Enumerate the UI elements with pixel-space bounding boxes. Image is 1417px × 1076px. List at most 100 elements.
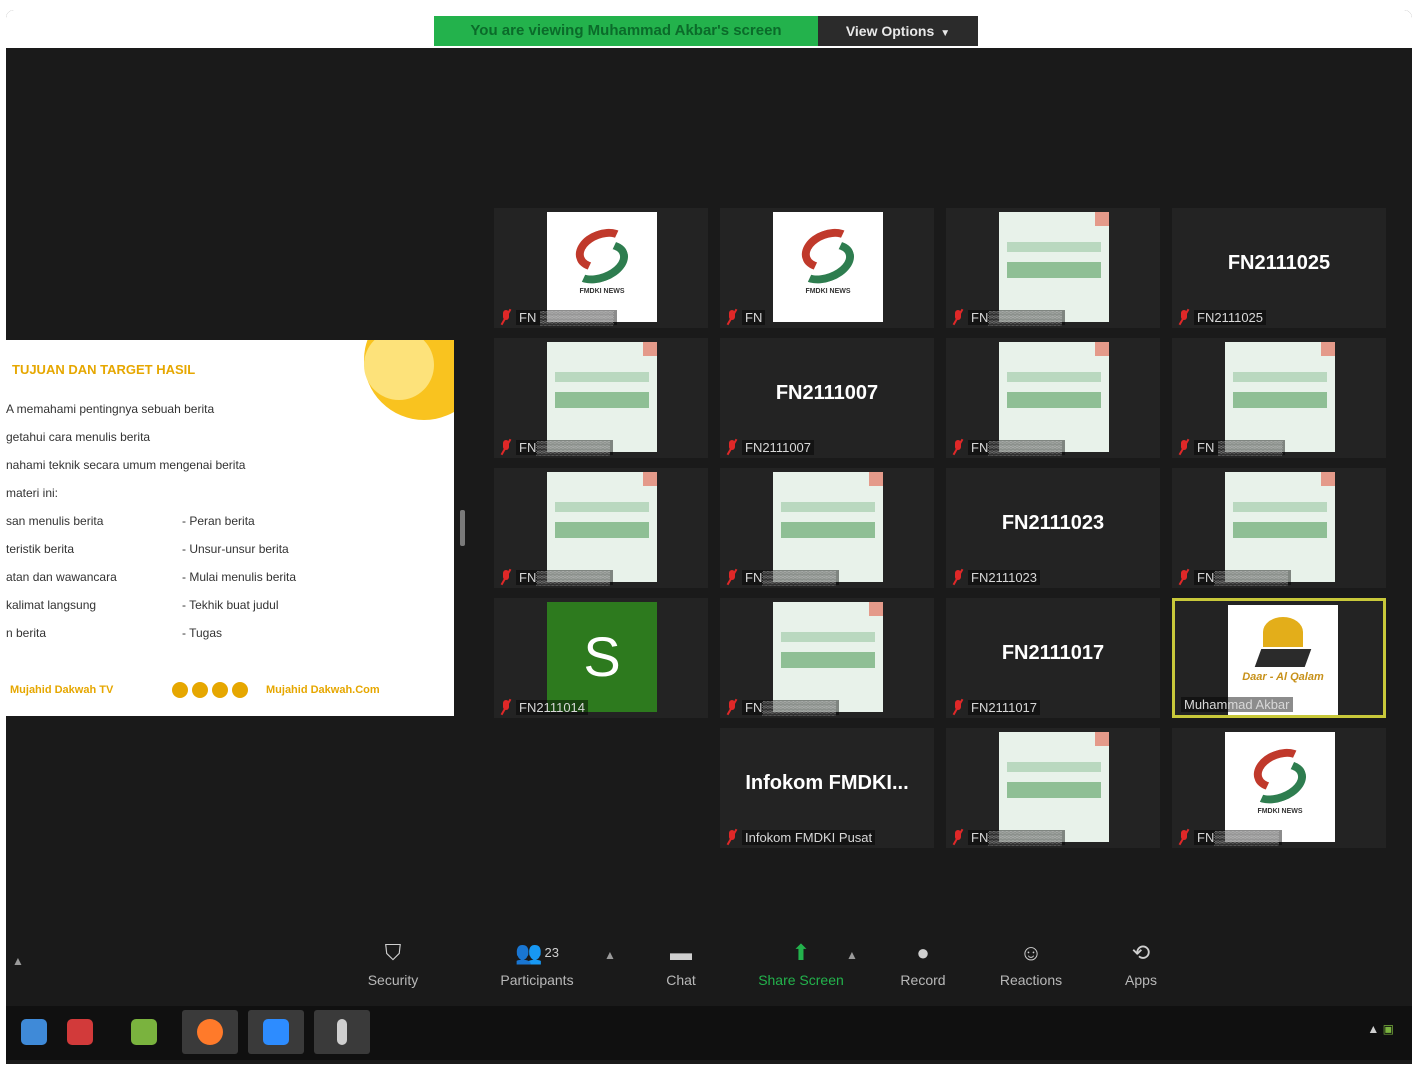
muted-mic-icon	[726, 568, 738, 586]
chat-button[interactable]: ▬ Chat	[626, 938, 736, 988]
participant-tile[interactable]: FN2111017 FN2111017	[946, 598, 1160, 718]
participant-tile[interactable]: FN▒▒▒▒▒▒▒▒	[494, 468, 708, 588]
participant-display-name: FN2111023	[1001, 512, 1105, 534]
participant-tile[interactable]: FMDKI NEWS FN	[720, 208, 934, 328]
shield-icon: ⛉	[384, 940, 402, 965]
avatar-letter: S	[547, 602, 657, 712]
share-screen-button[interactable]: ⬆ Share Screen	[746, 938, 856, 988]
picture-band	[781, 522, 875, 538]
security-button[interactable]: ⛉ Security	[338, 938, 448, 988]
muted-mic-icon	[952, 828, 964, 846]
participants-label: Participants	[500, 972, 574, 988]
security-label: Security	[367, 972, 419, 988]
picture-band	[555, 372, 649, 382]
participant-tile[interactable]: FN2111007 FN2111007	[720, 338, 934, 458]
muted-mic-icon	[1178, 568, 1190, 586]
participant-tile[interactable]: FN2111025 FN2111025	[1172, 208, 1386, 328]
participant-name: FN ▒▒▒▒▒▒▒▒	[516, 309, 617, 325]
participant-tile[interactable]: FN2111023 FN2111023	[946, 468, 1160, 588]
slide-left-item: n berita	[6, 626, 47, 640]
participant-name-bar: FN▒▒▒▒▒▒▒▒	[500, 568, 614, 586]
view-options-button[interactable]: View Options ▼	[818, 16, 978, 46]
participant-name: FN▒▒▒▒▒▒▒▒	[516, 439, 614, 455]
share-screen-icon: ⬆	[791, 940, 811, 965]
chat-bubble-icon: ▬	[670, 940, 692, 965]
zoom-icon[interactable]	[248, 1010, 304, 1054]
system-tray[interactable]: ▲ ▣	[1367, 1022, 1394, 1036]
logo-book	[1254, 649, 1312, 667]
participant-tile[interactable]: FN▒▒▒▒▒▒▒▒	[946, 338, 1160, 458]
muted-mic-icon	[500, 568, 512, 586]
participant-tile[interactable]: FN▒▒▒▒▒▒▒▒	[720, 598, 934, 718]
chevron-up-icon[interactable]: ▲	[12, 954, 24, 968]
reactions-button[interactable]: ☺ Reactions	[976, 938, 1086, 988]
participant-display-name: FN2111007	[775, 382, 879, 404]
logo-text: FMDKI NEWS	[805, 288, 851, 295]
participants-caret-icon[interactable]: ▲	[604, 948, 616, 962]
muted-mic-icon	[500, 308, 512, 326]
picture-corner	[869, 602, 883, 616]
participant-tile[interactable]: FN▒▒▒▒▒▒▒▒	[720, 468, 934, 588]
participant-name: Infokom FMDKI Pusat	[742, 829, 876, 845]
participant-tile[interactable]: S FN2111014	[494, 598, 708, 718]
muted-mic-icon	[726, 438, 738, 456]
picture-band	[1007, 262, 1101, 278]
participant-name: FN▒▒▒▒▒▒▒▒	[968, 829, 1066, 845]
picture-band	[1007, 242, 1101, 252]
participant-name-bar: FN▒▒▒▒▒▒▒▒	[726, 568, 840, 586]
participant-name-bar: FN▒▒▒▒▒▒▒▒	[726, 698, 840, 716]
app-green-icon[interactable]	[116, 1010, 172, 1054]
record-button[interactable]: ● Record	[868, 938, 978, 988]
profile-picture	[999, 342, 1109, 452]
participant-tile[interactable]: FN▒▒▒▒▒▒▒▒	[946, 208, 1160, 328]
picture-band	[1007, 782, 1101, 798]
picture-band	[1233, 502, 1327, 512]
participant-name-bar: FN▒▒▒▒▒▒▒▒	[952, 828, 1066, 846]
view-options-label: View Options	[845, 23, 935, 39]
participant-name: FN▒▒▒▒▒▒▒	[1194, 829, 1282, 845]
participant-name: Muhammad Akbar	[1181, 696, 1293, 712]
participant-tile[interactable]: FN▒▒▒▒▒▒▒▒	[946, 728, 1160, 848]
record-label: Record	[900, 972, 946, 988]
participant-tile[interactable]: FMDKI NEWS FN ▒▒▒▒▒▒▒▒	[494, 208, 708, 328]
slide-right-item: - Mulai menulis berita	[182, 570, 297, 584]
share-screen-label: Share Screen	[758, 972, 844, 988]
app-red-icon[interactable]	[52, 1010, 108, 1054]
logo-script: Daar - Al Qalam	[1242, 671, 1324, 683]
slide-footer-right: Mujahid Dakwah.Com	[266, 684, 380, 696]
slide-line: materi ini:	[6, 486, 59, 500]
mic-app-icon[interactable]	[314, 1010, 370, 1054]
apps-button[interactable]: ⟲ Apps	[1086, 938, 1196, 988]
firefox-icon[interactable]	[182, 1010, 238, 1054]
logo-text: FMDKI NEWS	[1257, 808, 1303, 815]
participant-tile[interactable]: FN▒▒▒▒▒▒▒▒	[494, 338, 708, 458]
muted-mic-icon	[726, 698, 738, 716]
participants-button[interactable]: 👥 23 Participants	[482, 938, 592, 988]
participant-tile[interactable]: FN▒▒▒▒▒▒▒▒	[1172, 468, 1386, 588]
participant-name-bar: Infokom FMDKI Pusat	[726, 828, 876, 846]
participant-tile[interactable]: Infokom FMDKI... Infokom FMDKI Pusat	[720, 728, 934, 848]
share-caret-icon[interactable]: ▲	[846, 948, 858, 962]
picture-corner	[643, 472, 657, 486]
participant-tile[interactable]: FN ▒▒▒▒▒▒▒	[1172, 338, 1386, 458]
fmdki-news-logo: FMDKI NEWS	[773, 212, 883, 322]
meeting-toolbar: ▲ ⛉ Security 👥 23 Participants ▲ ▬ Chat ⬆…	[6, 930, 1412, 1004]
picture-corner	[1321, 472, 1335, 486]
split-drag-handle[interactable]	[460, 510, 465, 546]
profile-picture	[1225, 342, 1335, 452]
smiley-icon: ☺	[1019, 940, 1043, 965]
profile-picture	[999, 212, 1109, 322]
participant-name: FN2111014	[516, 699, 589, 715]
logo-dome	[1263, 617, 1303, 647]
slide-right-item: - Unsur-unsur berita	[182, 542, 289, 556]
picture-band	[1007, 372, 1101, 382]
participant-tile[interactable]: FMDKI NEWS FN▒▒▒▒▒▒▒	[1172, 728, 1386, 848]
participant-name-bar: FN▒▒▒▒▒▒▒▒	[952, 308, 1066, 326]
participants-count: 23	[544, 945, 559, 960]
instagram-icon	[192, 682, 208, 698]
participant-tile[interactable]: Daar - Al Qalam Muhammad Akbar	[1172, 598, 1386, 718]
participant-name-bar: FN2111007	[726, 438, 815, 456]
picture-band	[1007, 762, 1101, 772]
picture-band	[781, 652, 875, 668]
slide-title: TUJUAN DAN TARGET HASIL	[12, 362, 196, 377]
